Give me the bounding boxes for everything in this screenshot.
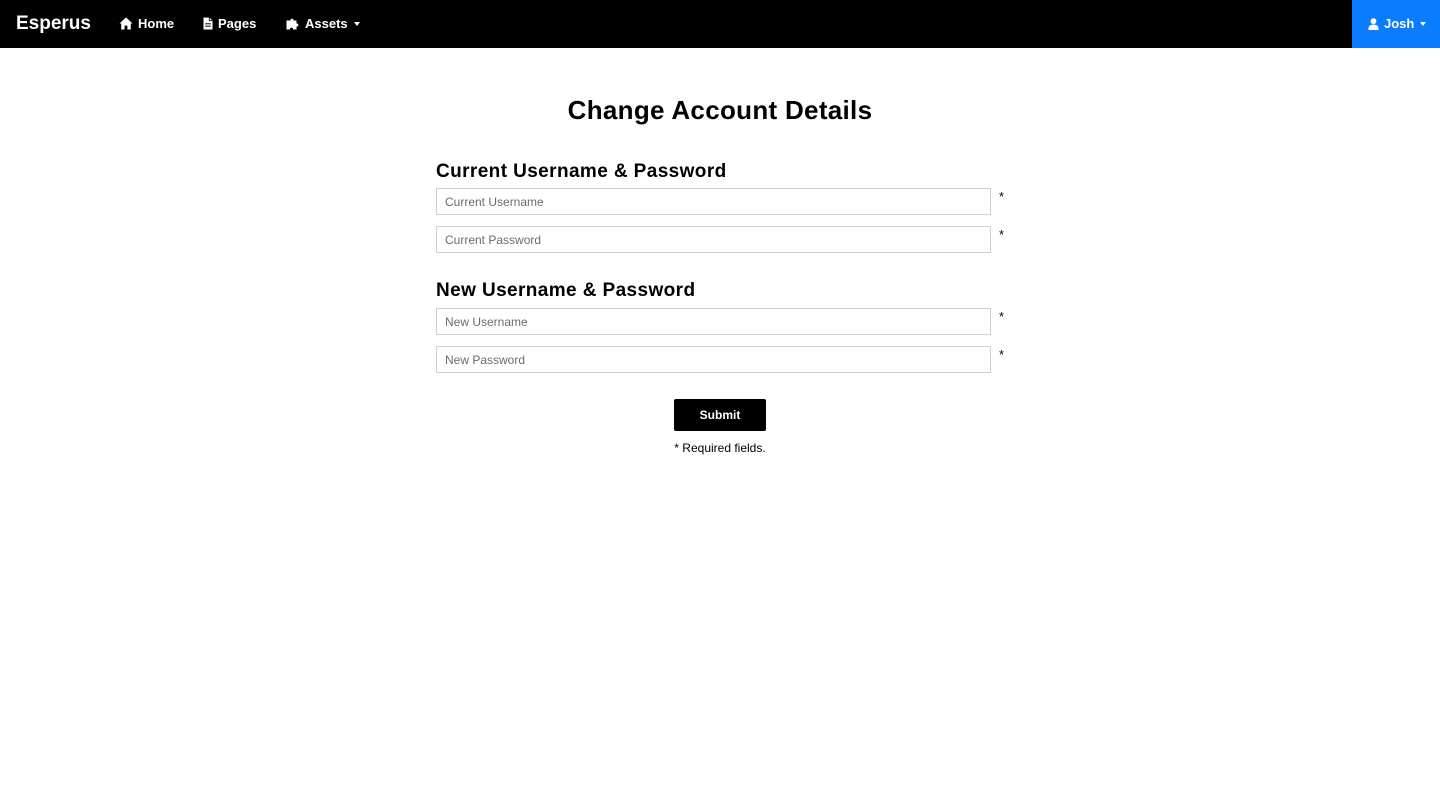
brand-logo[interactable]: Esperus — [16, 12, 91, 36]
current-username-input[interactable] — [436, 188, 991, 215]
chevron-down-icon — [353, 22, 360, 26]
required-marker: * — [999, 347, 1005, 362]
file-icon — [203, 15, 213, 33]
submit-button[interactable]: Submit — [674, 399, 766, 431]
user-name: Josh — [1384, 16, 1415, 31]
nav-label-home: Home — [138, 16, 175, 31]
user-menu-button[interactable]: Josh — [1352, 0, 1440, 48]
new-username-input[interactable] — [436, 308, 991, 335]
nav-item-home[interactable]: Home — [119, 15, 174, 33]
chevron-down-icon — [1420, 22, 1427, 26]
current-password-input[interactable] — [436, 226, 991, 253]
home-icon — [119, 15, 133, 33]
required-marker: * — [999, 309, 1005, 324]
nav-item-pages[interactable]: Pages — [203, 15, 256, 33]
new-password-input[interactable] — [436, 346, 991, 373]
new-credentials-heading: New Username & Password — [436, 280, 696, 301]
user-icon — [1368, 16, 1384, 31]
required-fields-note: * Required fields. — [674, 441, 766, 455]
top-navbar: Esperus Home Pages Assets Josh — [0, 0, 1440, 48]
nav-label-assets: Assets — [305, 16, 348, 31]
required-marker: * — [999, 189, 1005, 204]
nav-item-assets[interactable]: Assets — [286, 15, 360, 33]
page-title: Change Account Details — [567, 95, 873, 125]
nav-label-pages: Pages — [218, 16, 257, 31]
current-credentials-heading: Current Username & Password — [436, 161, 727, 182]
required-marker: * — [999, 227, 1005, 242]
puzzle-icon — [286, 15, 300, 33]
